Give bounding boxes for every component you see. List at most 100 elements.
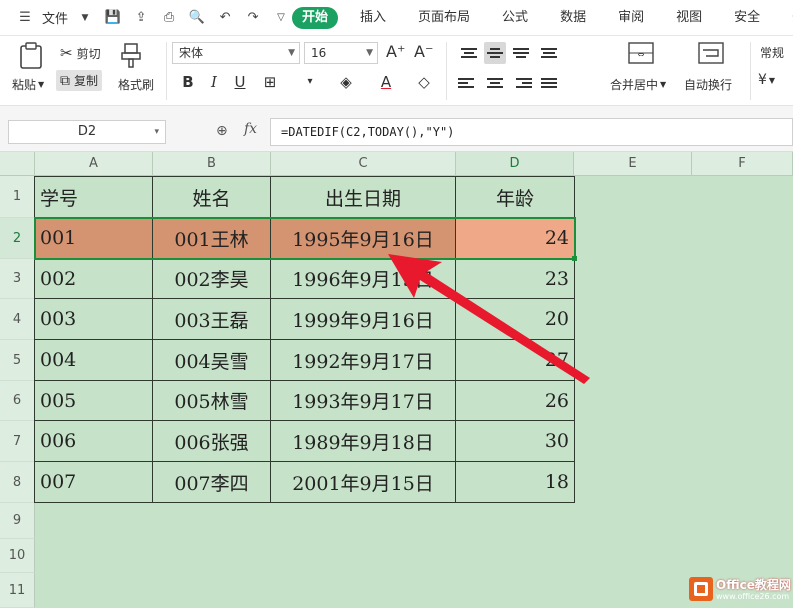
cell-d7[interactable]: 30 [456, 421, 575, 462]
cut-button[interactable]: ✂ 剪切 [60, 44, 101, 62]
select-all-corner[interactable] [0, 152, 35, 176]
increase-font-icon[interactable]: A⁺ [386, 42, 405, 61]
row-header-7[interactable]: 7 [0, 421, 35, 462]
cell-b7[interactable]: 006张强 [153, 421, 271, 462]
cell-b2[interactable]: 001王林 [153, 218, 271, 259]
file-menu[interactable]: 文件 [42, 8, 68, 27]
redo-icon[interactable]: ↷ [242, 7, 264, 29]
format-painter-label[interactable]: 格式刷 [118, 76, 154, 93]
formula-input[interactable]: =DATEDIF(C2,TODAY(),"Y") [270, 118, 793, 146]
cell-c7[interactable]: 1989年9月18日 [271, 421, 456, 462]
cell-d1[interactable]: 年龄 [456, 177, 575, 218]
cell-b3[interactable]: 002李昊 [153, 259, 271, 299]
cell-b1[interactable]: 姓名 [153, 177, 271, 218]
divider [750, 42, 751, 100]
font-color-icon[interactable]: A [376, 72, 396, 92]
cell-b8[interactable]: 007李四 [153, 462, 271, 503]
row-header-10[interactable]: 10 [0, 539, 35, 573]
merge-center-icon[interactable]: ⇔ [628, 42, 654, 64]
divider [166, 42, 167, 100]
row-header-4[interactable]: 4 [0, 299, 35, 340]
print-preview-icon[interactable]: 🔍 [186, 7, 208, 29]
tab-home[interactable]: 开始 [292, 7, 339, 29]
decrease-font-icon[interactable]: A⁻ [414, 42, 433, 61]
cell-b6[interactable]: 005林雪 [153, 381, 271, 421]
wrap-text-icon[interactable] [698, 42, 724, 64]
cell-a3[interactable]: 002 [35, 259, 153, 299]
underline-icon[interactable]: U [230, 72, 250, 92]
align-top-icon[interactable] [458, 42, 480, 64]
column-header-d[interactable]: D [456, 152, 574, 176]
cell-c8[interactable]: 2001年9月15日 [271, 462, 456, 503]
tab-page-layout[interactable]: 页面布局 [408, 0, 480, 36]
cell-a5[interactable]: 004 [35, 340, 153, 381]
spreadsheet-grid[interactable]: A B C D E F 1 2 3 4 5 6 7 8 9 10 11 学号 姓… [0, 152, 793, 608]
cell-b4[interactable]: 003王磊 [153, 299, 271, 340]
wrap-text-button[interactable]: 自动换行 [684, 76, 732, 93]
align-left-icon[interactable] [458, 72, 480, 94]
tab-security[interactable]: 安全 [724, 0, 770, 36]
row-header-6[interactable]: 6 [0, 381, 35, 421]
print-icon[interactable]: ⎙ [158, 7, 180, 29]
cell-a8[interactable]: 007 [35, 462, 153, 503]
chevron-down-icon[interactable]: ▼ [74, 7, 96, 29]
cell-d8[interactable]: 18 [456, 462, 575, 503]
column-header-a[interactable]: A [35, 152, 153, 176]
row-header-11[interactable]: 11 [0, 573, 35, 608]
column-header-e[interactable]: E [574, 152, 692, 176]
row-header-2[interactable]: 2 [0, 218, 35, 259]
cell-a7[interactable]: 006 [35, 421, 153, 462]
row-header-5[interactable]: 5 [0, 340, 35, 381]
tab-insert[interactable]: 插入 [350, 0, 396, 36]
italic-icon[interactable]: I [204, 72, 224, 92]
customize-icon[interactable]: ▽ [270, 7, 292, 29]
tab-review[interactable]: 审阅 [608, 0, 654, 36]
hamburger-menu-icon[interactable]: ☰ [14, 7, 36, 29]
tab-developer[interactable]: 开发工 [782, 0, 793, 36]
tab-formulas[interactable]: 公式 [492, 0, 538, 36]
paste-button[interactable] [16, 42, 46, 70]
fill-color-icon[interactable]: ◈ [336, 72, 356, 92]
row-header-1[interactable]: 1 [0, 176, 35, 218]
tab-view[interactable]: 视图 [666, 0, 712, 36]
column-header-b[interactable]: B [153, 152, 271, 176]
font-name-select[interactable]: 宋体 ▼ [172, 42, 300, 64]
bold-icon[interactable]: B [178, 72, 198, 92]
row-header-8[interactable]: 8 [0, 462, 35, 503]
font-size-select[interactable]: 16 ▼ [304, 42, 378, 64]
column-header-c[interactable]: C [271, 152, 456, 176]
copy-button[interactable]: ⧉ 复制 [56, 70, 103, 91]
indent-icon[interactable] [538, 42, 560, 64]
copy-icon: ⧉ [60, 72, 70, 89]
justify-icon[interactable] [538, 72, 560, 94]
align-center-icon[interactable] [484, 72, 506, 94]
fx-icon[interactable]: fx [244, 121, 257, 137]
paste-label[interactable]: 粘贴 ▼ [12, 76, 44, 93]
export-icon[interactable]: ⇪ [130, 7, 152, 29]
currency-icon[interactable]: ¥ ▼ [758, 72, 775, 88]
cell-b5[interactable]: 004吴雪 [153, 340, 271, 381]
align-right-icon[interactable] [510, 72, 532, 94]
undo-icon[interactable]: ↶ [214, 7, 236, 29]
column-header-f[interactable]: F [692, 152, 793, 176]
name-box[interactable]: D2 ▾ [8, 120, 166, 144]
borders-icon[interactable]: ⊞ [260, 72, 280, 92]
tab-data[interactable]: 数据 [550, 0, 596, 36]
clear-icon[interactable]: ◇ [414, 72, 434, 92]
chevron-down-icon[interactable]: ▾ [300, 72, 320, 92]
row-header-3[interactable]: 3 [0, 259, 35, 299]
cell-c1[interactable]: 出生日期 [271, 177, 456, 218]
row-header-9[interactable]: 9 [0, 503, 35, 539]
format-painter-button[interactable] [120, 42, 142, 68]
cell-a4[interactable]: 003 [35, 299, 153, 340]
cell-a6[interactable]: 005 [35, 381, 153, 421]
align-middle-icon[interactable] [484, 42, 506, 64]
align-bottom-icon[interactable] [510, 42, 532, 64]
merge-center-button[interactable]: 合并居中 ▼ [610, 76, 666, 93]
save-icon[interactable]: 💾 [102, 7, 124, 29]
cell-a1[interactable]: 学号 [35, 177, 153, 218]
number-format-select[interactable]: 常规 [760, 44, 784, 61]
cell-a2[interactable]: 001 [35, 218, 153, 259]
menu-bar: ☰ 文件 ▼ 💾 ⇪ ⎙ 🔍 ↶ ↷ ▽ 开始 插入 页面布局 公式 数据 审阅… [0, 0, 793, 36]
zoom-search-icon[interactable]: ⊕ [216, 123, 228, 139]
